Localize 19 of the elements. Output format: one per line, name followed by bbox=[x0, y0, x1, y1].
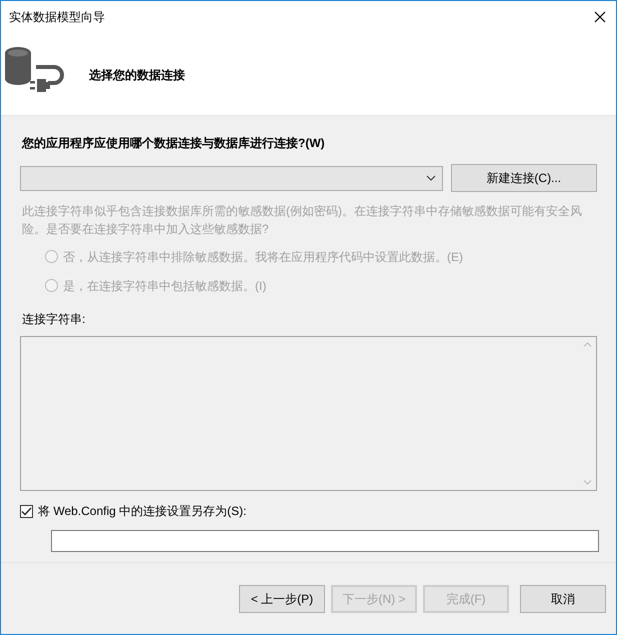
radio-label: 否，从连接字符串中排除敏感数据。我将在应用程序代码中设置此数据。(E) bbox=[63, 248, 463, 266]
wizard-button[interactable]: < 上一步(P) bbox=[239, 585, 325, 613]
connection-string-label: 连接字符串: bbox=[22, 311, 86, 328]
config-name-field[interactable] bbox=[51, 530, 599, 552]
scroll-up-icon[interactable] bbox=[583, 342, 592, 347]
connection-dropdown[interactable] bbox=[20, 166, 443, 190]
chevron-down-icon bbox=[426, 175, 436, 181]
window-title: 实体数据模型向导 bbox=[9, 8, 105, 26]
page-heading: 选择您的数据连接 bbox=[89, 67, 185, 84]
checkbox[interactable] bbox=[20, 504, 33, 518]
scroll-down-icon[interactable] bbox=[583, 480, 592, 485]
wizard-button[interactable]: 取消 bbox=[520, 585, 606, 613]
sensitive-data-note: 此连接字符串似乎包含连接数据库所需的敏感数据(例如密码)。在连接字符串中存储敏感数据可能有安全风险。是否要在连接字符串中加入这些敏感数据? bbox=[22, 203, 583, 238]
connection-string-box[interactable] bbox=[20, 336, 597, 491]
radio-label: 是，在连接字符串中包括敏感数据。(I) bbox=[63, 278, 266, 294]
new-connection-button[interactable]: 新建连接(C)... bbox=[450, 164, 597, 192]
connection-label: 您的应用程序应使用哪个数据连接与数据库进行连接?(W) bbox=[22, 135, 326, 152]
checkbox-label: 将 Web.Config 中的连接设置另存为(S): bbox=[38, 503, 246, 520]
close-icon[interactable] bbox=[594, 10, 606, 22]
